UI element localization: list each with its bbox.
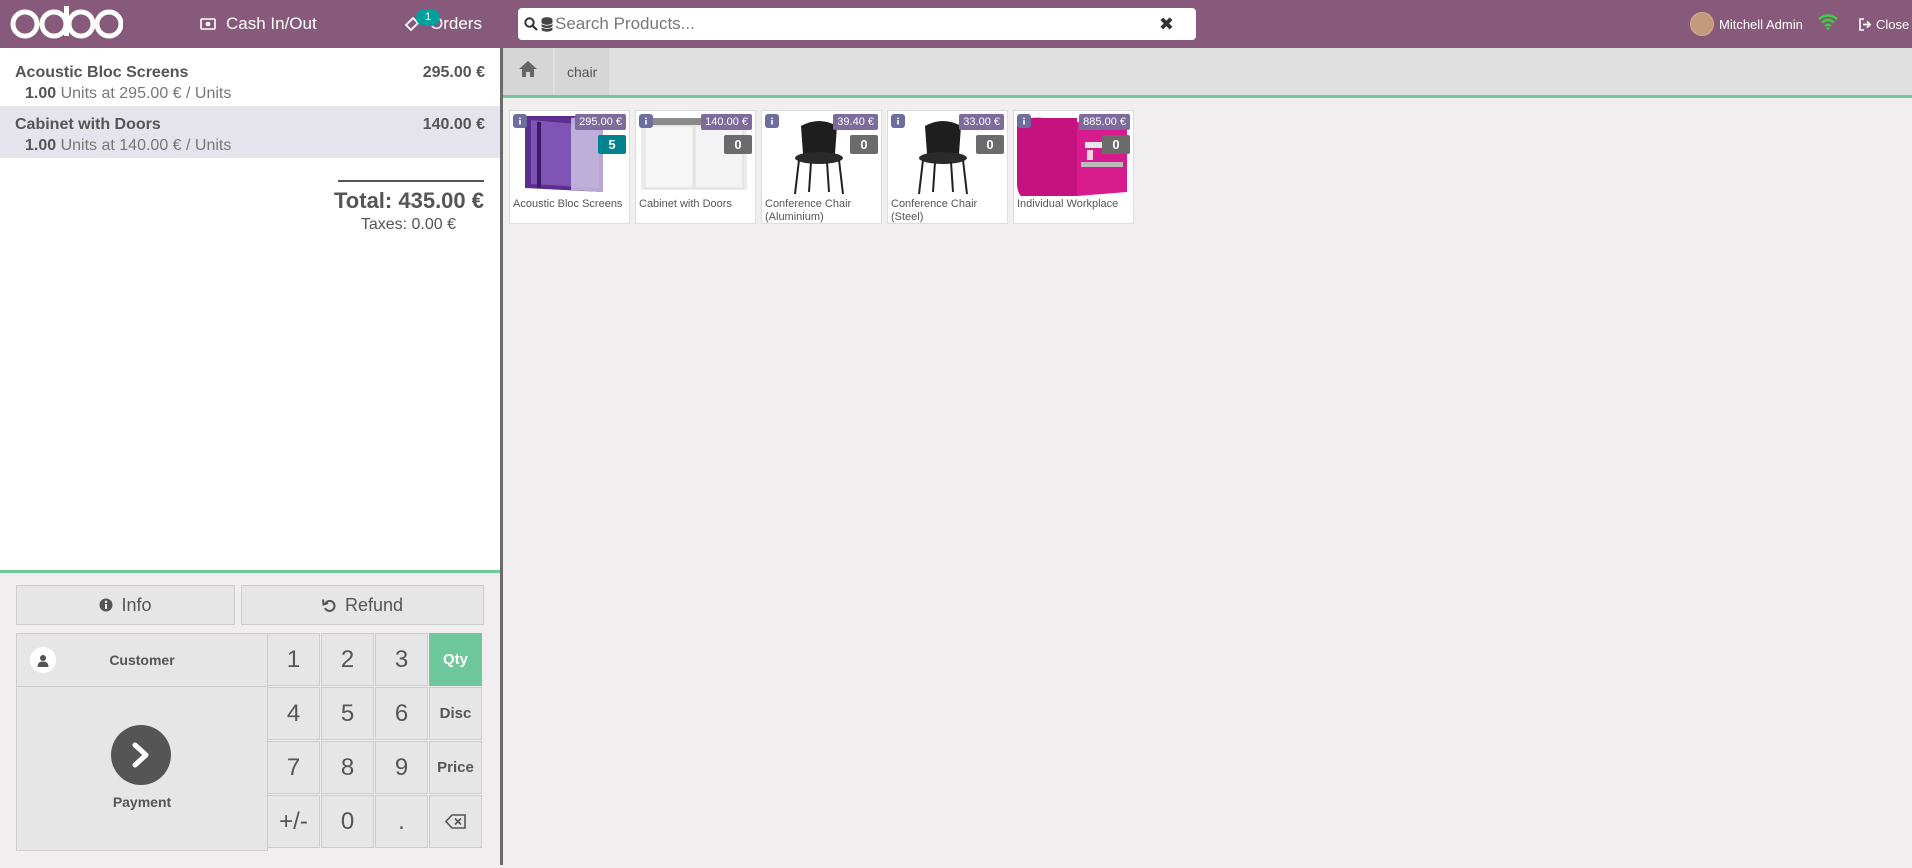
- order-total: Total: 435.00 €: [334, 188, 484, 213]
- product-qty-badge: 0: [976, 135, 1004, 154]
- database-icon: [541, 16, 553, 32]
- home-category-button[interactable]: [503, 48, 553, 95]
- order-summary: Total: 435.00 € Taxes: 0.00 €: [334, 180, 484, 234]
- product-search-bar: ✖: [518, 8, 1196, 40]
- cash-in-out-label: Cash In/Out: [226, 14, 317, 33]
- refund-label: Refund: [344, 594, 404, 615]
- order-line[interactable]: Acoustic Bloc Screens 295.00 € 1.00 Unit…: [0, 54, 500, 106]
- product-qty-badge: 0: [724, 135, 752, 154]
- numpad-key-7[interactable]: 7: [267, 741, 320, 794]
- qty-mode-button[interactable]: Qty: [429, 633, 482, 686]
- home-icon: [518, 60, 538, 83]
- product-card[interactable]: 885.00 € 0 Individual Workplace: [1013, 110, 1134, 224]
- payment-button[interactable]: Payment: [17, 687, 267, 850]
- refund-button[interactable]: Refund: [241, 585, 484, 625]
- search-icon: [524, 17, 538, 31]
- product-name: Individual Workplace: [1017, 198, 1119, 210]
- numpad-key-1[interactable]: 1: [267, 633, 320, 686]
- odoo-logo: [10, 6, 123, 39]
- numpad: 1 2 3 Qty 4 5 6 Disc 7 8 9 Price +/- 0 .: [267, 633, 484, 849]
- numpad-key-2[interactable]: 2: [321, 633, 374, 686]
- sign-out-icon: [1858, 17, 1872, 31]
- product-price-tag: 295.00 €: [575, 114, 626, 130]
- numpad-key-plus-minus[interactable]: +/-: [267, 795, 320, 848]
- product-name: Conference Chair (Aluminium): [765, 198, 852, 223]
- chevron-right-icon: [111, 725, 171, 785]
- breadcrumb-chair[interactable]: chair: [555, 48, 610, 95]
- orderline-qty: 1.00: [25, 85, 57, 102]
- product-info-icon[interactable]: [765, 114, 779, 128]
- info-label: Info: [121, 594, 152, 615]
- product-card[interactable]: 295.00 € 5 Acoustic Bloc Screens: [509, 110, 630, 224]
- user-name: Mitchell Admin: [1719, 16, 1803, 32]
- customer-label: Customer: [109, 652, 175, 668]
- orders-count-badge: 1: [416, 9, 440, 26]
- orderline-price: 140.00 €: [422, 116, 485, 133]
- payment-label: Payment: [112, 794, 172, 810]
- clear-search-icon[interactable]: ✖: [1159, 14, 1174, 35]
- price-mode-button[interactable]: Price: [429, 741, 482, 794]
- orderline-unit-text: Units at 295.00 € / Units: [60, 85, 232, 102]
- product-info-icon[interactable]: [513, 114, 527, 128]
- numpad-key-9[interactable]: 9: [375, 741, 428, 794]
- product-card[interactable]: 140.00 € 0 Cabinet with Doors: [635, 110, 756, 224]
- product-info-icon[interactable]: [639, 114, 653, 128]
- orderline-qty: 1.00: [25, 137, 57, 154]
- disc-mode-button[interactable]: Disc: [429, 687, 482, 740]
- info-icon: [99, 598, 113, 612]
- customer-button[interactable]: Customer: [17, 634, 267, 687]
- summary-divider: [338, 180, 484, 182]
- undo-icon: [321, 598, 337, 613]
- product-card[interactable]: 33.00 € 0 Conference Chair (Steel): [887, 110, 1008, 224]
- orderline-unit-text: Units at 140.00 € / Units: [60, 137, 232, 154]
- category-breadcrumbs: chair: [503, 48, 1912, 98]
- search-input[interactable]: [553, 10, 1117, 38]
- wifi-icon[interactable]: [1818, 14, 1838, 35]
- numpad-key-8[interactable]: 8: [321, 741, 374, 794]
- user-menu[interactable]: Mitchell Admin: [1690, 0, 1803, 48]
- orderline-price: 295.00 €: [422, 64, 485, 81]
- numpad-key-6[interactable]: 6: [375, 687, 428, 740]
- orderline-info: 1.00 Units at 140.00 € / Units: [25, 137, 231, 155]
- product-info-icon[interactable]: [1017, 114, 1031, 128]
- numpad-key-5[interactable]: 5: [321, 687, 374, 740]
- product-price-tag: 885.00 €: [1079, 114, 1130, 130]
- orders-button[interactable]: 1 Orders: [404, 0, 482, 48]
- product-price-tag: 140.00 €: [701, 114, 752, 130]
- order-line-selected[interactable]: Cabinet with Doors 140.00 € 1.00 Units a…: [0, 106, 500, 158]
- control-pane: Info Refund Customer Payment 1 2 3 Qty 4…: [0, 570, 500, 868]
- money-icon: [200, 18, 216, 30]
- numpad-key-0[interactable]: 0: [321, 795, 374, 848]
- numpad-key-decimal[interactable]: .: [375, 795, 428, 848]
- product-qty-badge: 0: [1102, 135, 1130, 154]
- backspace-icon: [444, 808, 467, 836]
- orderline-info: 1.00 Units at 295.00 € / Units: [25, 85, 231, 103]
- order-taxes: Taxes: 0.00 €: [360, 216, 456, 233]
- product-name: Conference Chair (Steel): [891, 198, 978, 223]
- cash-in-out-button[interactable]: Cash In/Out: [200, 0, 317, 48]
- user-avatar: [1690, 12, 1714, 36]
- product-name: Cabinet with Doors: [639, 198, 732, 210]
- product-qty-badge: 0: [850, 135, 878, 154]
- product-name: Acoustic Bloc Screens: [513, 198, 623, 210]
- numpad-key-4[interactable]: 4: [267, 687, 320, 740]
- info-button[interactable]: Info: [16, 585, 235, 625]
- backspace-button[interactable]: [429, 795, 482, 848]
- close-label: Close: [1876, 16, 1910, 32]
- product-card[interactable]: 39.40 € 0 Conference Chair (Aluminium): [761, 110, 882, 224]
- product-price-tag: 33.00 €: [959, 114, 1004, 130]
- product-qty-badge: 5: [598, 135, 626, 154]
- product-info-icon[interactable]: [891, 114, 905, 128]
- pos-header: Cash In/Out 1 Orders ✖ Mitchell Admin Cl…: [0, 0, 1912, 48]
- orderline-product-name: Acoustic Bloc Screens: [15, 64, 189, 81]
- action-pad: Customer Payment: [16, 633, 268, 851]
- close-pos-button[interactable]: Close: [1858, 0, 1909, 48]
- numpad-key-3[interactable]: 3: [375, 633, 428, 686]
- product-price-tag: 39.40 €: [833, 114, 878, 130]
- orderline-product-name: Cabinet with Doors: [15, 116, 161, 133]
